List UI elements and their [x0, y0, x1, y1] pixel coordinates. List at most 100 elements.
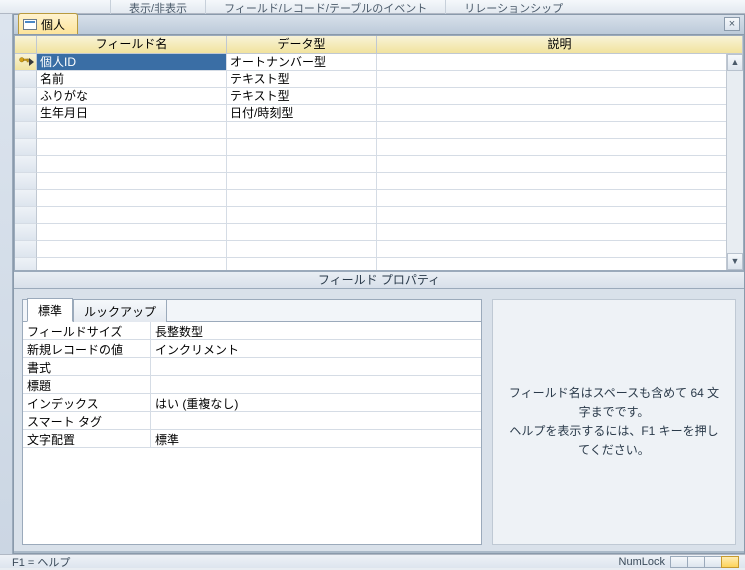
- property-label: 書式: [23, 358, 151, 376]
- cell-empty[interactable]: [227, 173, 377, 190]
- cell-description[interactable]: [377, 88, 743, 105]
- row-selector[interactable]: [15, 88, 37, 105]
- view-pivottable-button[interactable]: [687, 556, 705, 568]
- grid-header: フィールド名 データ型 説明: [15, 36, 743, 54]
- row-selector[interactable]: [15, 139, 37, 156]
- cell-empty[interactable]: [227, 139, 377, 156]
- view-design-button[interactable]: [721, 556, 739, 568]
- col-header-fieldname[interactable]: フィールド名: [37, 36, 227, 54]
- grid-scrollbar-vertical[interactable]: ▲ ▼: [726, 54, 743, 270]
- view-pivotchart-button[interactable]: [704, 556, 722, 568]
- tab-general[interactable]: 標準: [27, 298, 73, 322]
- property-row: 標題: [23, 376, 481, 394]
- ribbon-btn-relationships[interactable]: リレーションシップ: [445, 0, 581, 14]
- cell-datatype[interactable]: テキスト型: [227, 71, 377, 88]
- field-row[interactable]: ふりがなテキスト型: [15, 88, 743, 105]
- cell-description[interactable]: [377, 71, 743, 88]
- row-selector[interactable]: [15, 207, 37, 224]
- row-selector[interactable]: [15, 241, 37, 258]
- property-value[interactable]: [151, 376, 481, 394]
- cell-empty[interactable]: [377, 207, 743, 224]
- row-selector[interactable]: [15, 190, 37, 207]
- cell-datatype[interactable]: テキスト型: [227, 88, 377, 105]
- cell-empty[interactable]: [227, 241, 377, 258]
- cell-empty[interactable]: [377, 173, 743, 190]
- cell-empty[interactable]: [37, 173, 227, 190]
- field-properties-title: フィールド プロパティ: [14, 271, 744, 289]
- cell-empty[interactable]: [377, 241, 743, 258]
- col-header-datatype[interactable]: データ型: [227, 36, 377, 54]
- property-value[interactable]: インクリメント: [151, 340, 481, 358]
- close-tab-button[interactable]: ×: [724, 17, 740, 31]
- field-row-empty[interactable]: [15, 156, 743, 173]
- cell-empty[interactable]: [377, 224, 743, 241]
- cell-empty[interactable]: [377, 190, 743, 207]
- cell-fieldname[interactable]: 名前: [37, 71, 227, 88]
- document-tab-label: 個人: [41, 16, 65, 33]
- cell-empty[interactable]: [227, 224, 377, 241]
- cell-empty[interactable]: [37, 190, 227, 207]
- cell-empty[interactable]: [227, 122, 377, 139]
- nav-pane-collapsed[interactable]: [0, 14, 13, 554]
- field-row-empty[interactable]: [15, 173, 743, 190]
- property-value[interactable]: はい (重複なし): [151, 394, 481, 412]
- row-selector[interactable]: [15, 122, 37, 139]
- cell-description[interactable]: [377, 54, 743, 71]
- field-row-empty[interactable]: [15, 241, 743, 258]
- cell-datatype[interactable]: 日付/時刻型: [227, 105, 377, 122]
- cell-empty[interactable]: [37, 122, 227, 139]
- cell-empty[interactable]: [377, 258, 743, 270]
- cell-empty[interactable]: [37, 224, 227, 241]
- cell-empty[interactable]: [37, 241, 227, 258]
- cell-empty[interactable]: [227, 156, 377, 173]
- row-selector[interactable]: [15, 173, 37, 190]
- cell-empty[interactable]: [37, 156, 227, 173]
- ribbon-btn-showhide[interactable]: 表示/非表示: [110, 0, 205, 14]
- cell-fieldname[interactable]: ふりがな: [37, 88, 227, 105]
- field-row[interactable]: 個人IDオートナンバー型: [15, 54, 743, 71]
- cell-empty[interactable]: [377, 122, 743, 139]
- scroll-down-icon[interactable]: ▼: [727, 253, 743, 270]
- document-area: 個人 × フィールド名 データ型 説明 個人IDオートナンバー型名前テキスト型ふ…: [13, 14, 745, 554]
- row-selector[interactable]: [15, 156, 37, 173]
- view-datasheet-button[interactable]: [670, 556, 688, 568]
- field-row-empty[interactable]: [15, 139, 743, 156]
- cell-empty[interactable]: [227, 207, 377, 224]
- property-row: スマート タグ: [23, 412, 481, 430]
- cell-empty[interactable]: [377, 139, 743, 156]
- cell-fieldname[interactable]: 生年月日: [37, 105, 227, 122]
- cell-empty[interactable]: [227, 190, 377, 207]
- field-row-empty[interactable]: [15, 258, 743, 270]
- row-selector[interactable]: [15, 54, 37, 71]
- row-selector[interactable]: [15, 258, 37, 270]
- cell-empty[interactable]: [227, 258, 377, 270]
- document-tab-kojin[interactable]: 個人: [18, 13, 78, 34]
- row-selector[interactable]: [15, 71, 37, 88]
- row-selector[interactable]: [15, 224, 37, 241]
- field-row[interactable]: 名前テキスト型: [15, 71, 743, 88]
- row-selector[interactable]: [15, 105, 37, 122]
- grid-corner[interactable]: [15, 36, 37, 54]
- cell-empty[interactable]: [37, 207, 227, 224]
- cell-description[interactable]: [377, 105, 743, 122]
- cell-datatype[interactable]: オートナンバー型: [227, 54, 377, 71]
- scroll-up-icon[interactable]: ▲: [727, 54, 743, 71]
- property-value[interactable]: 標準: [151, 430, 481, 448]
- col-header-description[interactable]: 説明: [377, 36, 743, 54]
- property-value[interactable]: [151, 358, 481, 376]
- field-row-empty[interactable]: [15, 207, 743, 224]
- tab-lookup[interactable]: ルックアップ: [73, 299, 167, 322]
- document-tab-bar: 個人 ×: [14, 15, 744, 35]
- property-label: 標題: [23, 376, 151, 394]
- field-row-empty[interactable]: [15, 122, 743, 139]
- ribbon-btn-events[interactable]: フィールド/レコード/テーブルのイベント: [205, 0, 445, 14]
- property-value[interactable]: 長整数型: [151, 322, 481, 340]
- field-row-empty[interactable]: [15, 190, 743, 207]
- field-row-empty[interactable]: [15, 224, 743, 241]
- cell-empty[interactable]: [37, 258, 227, 270]
- cell-fieldname[interactable]: 個人ID: [37, 54, 227, 71]
- field-row[interactable]: 生年月日日付/時刻型: [15, 105, 743, 122]
- property-value[interactable]: [151, 412, 481, 430]
- cell-empty[interactable]: [377, 156, 743, 173]
- cell-empty[interactable]: [37, 139, 227, 156]
